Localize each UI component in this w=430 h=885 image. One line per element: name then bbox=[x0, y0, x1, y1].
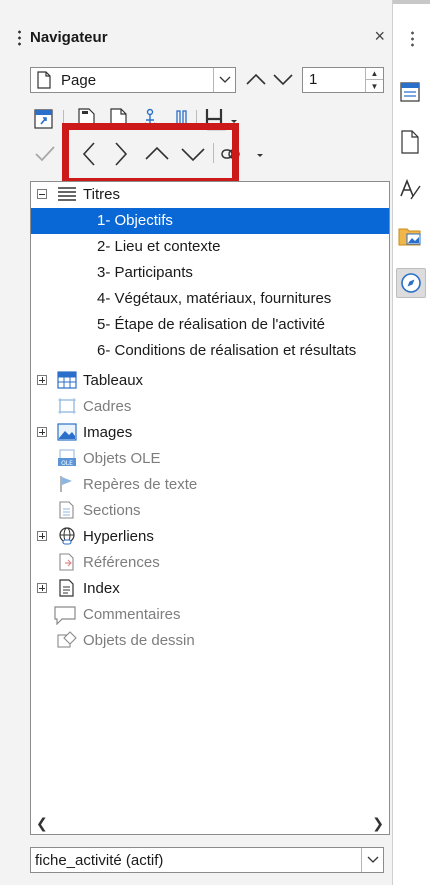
heading-label: 5- Étape de réalisation de l'activité bbox=[97, 316, 325, 333]
tree-item-references[interactable]: Références bbox=[31, 550, 389, 576]
heading-label: 6- Conditions de réalisation et résultat… bbox=[97, 342, 357, 359]
document-select[interactable]: fiche_activité (actif) bbox=[30, 847, 384, 873]
reference-icon bbox=[59, 553, 74, 571]
expand-icon[interactable] bbox=[37, 583, 47, 593]
tree-item-label: Sections bbox=[83, 502, 141, 519]
bookmark-icon bbox=[60, 476, 72, 492]
promote-check-icon[interactable] bbox=[33, 142, 57, 166]
styles-icon[interactable] bbox=[396, 176, 424, 204]
expand-icon[interactable] bbox=[37, 531, 47, 541]
page-number-value: 1 bbox=[309, 71, 318, 88]
heading-label: 4- Végétaux, matériaux, fournitures bbox=[97, 290, 332, 307]
properties-icon[interactable] bbox=[396, 78, 424, 106]
tree-item-indexes[interactable]: Index bbox=[31, 576, 389, 602]
highlight-annotation bbox=[62, 123, 239, 185]
tree-item-label: Tableaux bbox=[83, 372, 144, 389]
table-icon bbox=[57, 371, 77, 389]
heading-item[interactable]: 4- Végétaux, matériaux, fournitures bbox=[31, 286, 389, 312]
tree-item-hyperlinks[interactable]: Hyperliens bbox=[31, 524, 389, 550]
tree-item-tables[interactable]: Tableaux bbox=[31, 368, 389, 394]
tree-item-ole-objects[interactable]: OLE Objets OLE bbox=[31, 446, 389, 472]
page-icon bbox=[37, 71, 51, 89]
page-number-spinbox[interactable]: 1 ▲ ▼ bbox=[302, 67, 384, 93]
panel-titlebar: Navigateur × bbox=[18, 26, 387, 52]
tree-item-comments[interactable]: Commentaires bbox=[31, 602, 389, 628]
hyperlink-icon bbox=[59, 527, 75, 545]
tree-item-sections[interactable]: Sections bbox=[31, 498, 389, 524]
previous-page-button[interactable] bbox=[245, 66, 267, 92]
spin-down-icon[interactable]: ▼ bbox=[366, 80, 383, 92]
scroll-left-icon[interactable]: ❮ bbox=[36, 815, 48, 832]
tree-item-label: Titres bbox=[83, 186, 120, 203]
tree-item-bookmarks[interactable]: Repères de texte bbox=[31, 472, 389, 498]
heading-label: 3- Participants bbox=[97, 264, 193, 281]
heading-item[interactable]: 3- Participants bbox=[31, 260, 389, 286]
tree-item-label: Hyperliens bbox=[83, 528, 154, 545]
chevron-down-icon[interactable] bbox=[213, 68, 235, 92]
navigator-panel: Navigateur × Page 1 ▲ ▼ Titres 1- Object… bbox=[0, 0, 392, 885]
heading-label: 2- Lieu et contexte bbox=[97, 238, 221, 255]
document-select-value: fiche_activité (actif) bbox=[35, 852, 164, 869]
comment-icon bbox=[54, 606, 76, 625]
close-button[interactable]: × bbox=[374, 26, 385, 47]
tree-item-headings[interactable]: Titres bbox=[31, 182, 389, 208]
tree-item-drawing-objects[interactable]: Objets de dessin bbox=[31, 628, 389, 654]
tree-item-label: Cadres bbox=[83, 398, 132, 415]
chevron-down-icon[interactable] bbox=[361, 848, 383, 872]
navigator-tree[interactable]: Titres 1- Objectifs 2- Lieu et contexte … bbox=[30, 181, 390, 835]
drag-grip-icon[interactable] bbox=[18, 29, 21, 47]
sidebar-divider bbox=[392, 0, 393, 885]
expand-icon[interactable] bbox=[37, 427, 47, 437]
section-icon bbox=[59, 501, 74, 519]
tree-item-label: Objets de dessin bbox=[83, 632, 195, 649]
spin-arrows[interactable]: ▲ ▼ bbox=[365, 68, 383, 92]
spin-up-icon[interactable]: ▲ bbox=[366, 68, 383, 80]
expand-icon[interactable] bbox=[37, 375, 47, 385]
navigate-by-select[interactable]: Page bbox=[30, 67, 236, 93]
navigate-by-value: Page bbox=[61, 72, 97, 89]
sidebar-menu-icon[interactable] bbox=[411, 30, 414, 48]
tree-item-label: Images bbox=[83, 424, 133, 441]
ole-icon: OLE bbox=[58, 449, 76, 467]
heading-item[interactable]: 1- Objectifs bbox=[31, 208, 389, 234]
svg-text:OLE: OLE bbox=[61, 460, 73, 467]
tree-item-label: Objets OLE bbox=[83, 450, 161, 467]
image-icon bbox=[57, 423, 77, 441]
tree-item-label: Commentaires bbox=[83, 606, 181, 623]
scroll-right-icon[interactable]: ❯ bbox=[372, 815, 384, 832]
heading-label: 1- Objectifs bbox=[97, 212, 173, 229]
headings-icon bbox=[58, 187, 76, 201]
next-page-button[interactable] bbox=[272, 66, 294, 92]
heading-item[interactable]: 2- Lieu et contexte bbox=[31, 234, 389, 260]
navigator-icon[interactable] bbox=[396, 268, 426, 298]
heading-item[interactable]: 5- Étape de réalisation de l'activité bbox=[31, 312, 389, 338]
toggle-view-icon[interactable] bbox=[33, 108, 55, 130]
page-icon[interactable] bbox=[396, 128, 424, 156]
gallery-icon[interactable] bbox=[396, 222, 424, 250]
collapse-icon[interactable] bbox=[37, 189, 47, 199]
tree-item-images[interactable]: Images bbox=[31, 420, 389, 446]
panel-title: Navigateur bbox=[30, 29, 108, 46]
tree-item-frames[interactable]: Cadres bbox=[31, 394, 389, 420]
index-icon bbox=[59, 579, 74, 597]
drawing-object-icon bbox=[57, 631, 77, 648]
horizontal-scrollbar[interactable]: ❮ ❯ bbox=[30, 815, 390, 835]
tree-item-label: Références bbox=[83, 554, 160, 571]
frame-icon bbox=[58, 398, 76, 414]
heading-item[interactable]: 6- Conditions de réalisation et résultat… bbox=[31, 338, 389, 364]
tree-item-label: Repères de texte bbox=[83, 476, 198, 493]
tree-item-label: Index bbox=[83, 580, 120, 597]
